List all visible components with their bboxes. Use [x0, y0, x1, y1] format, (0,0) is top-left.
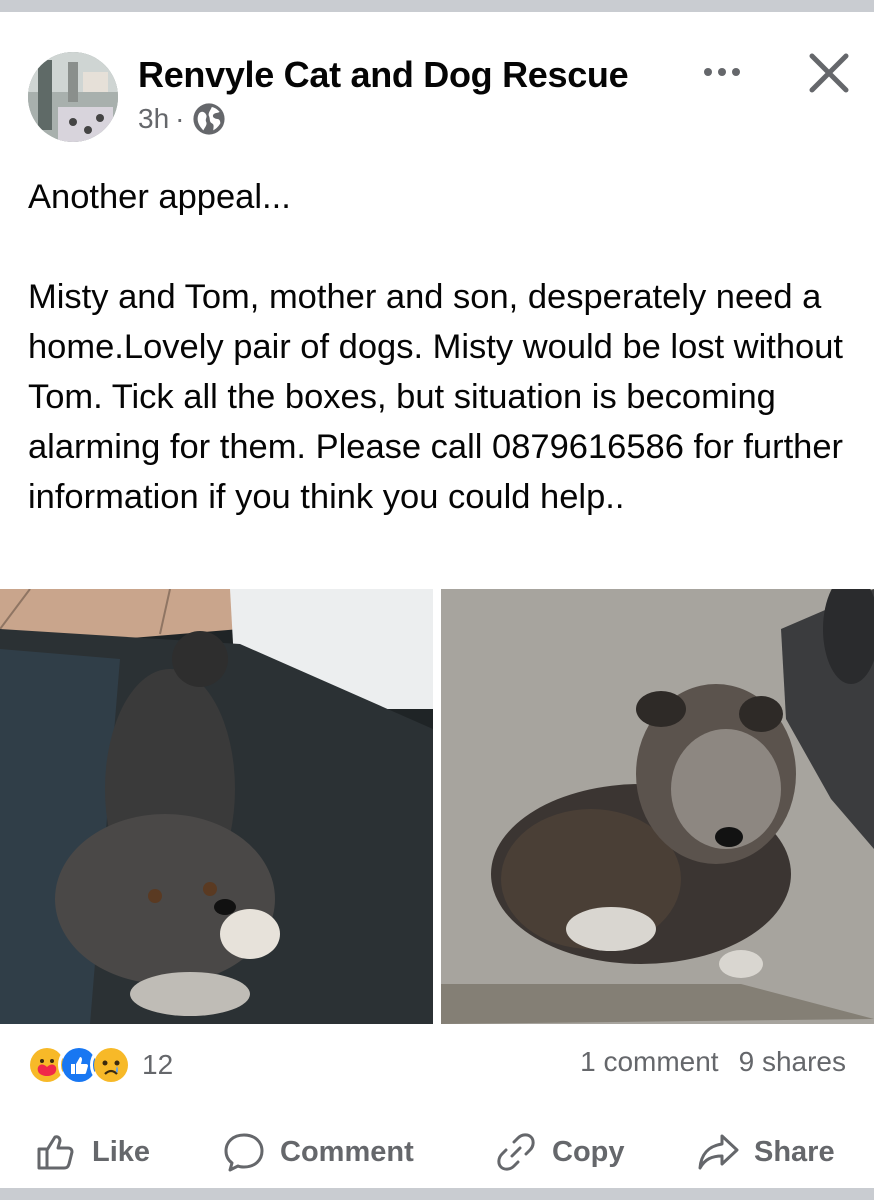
like-label: Like — [92, 1135, 151, 1168]
dot-icon — [704, 68, 712, 76]
like-button[interactable]: Like — [34, 1122, 150, 1182]
share-button[interactable]: Share — [696, 1122, 835, 1182]
globe-icon — [193, 103, 226, 135]
share-label: Share — [754, 1135, 835, 1168]
page-name[interactable]: Renvyle Cat and Dog Rescue — [138, 54, 629, 96]
thumbs-up-icon — [37, 1135, 74, 1170]
more-options-button[interactable] — [694, 52, 750, 92]
reactions-summary[interactable]: 12 — [26, 1044, 173, 1086]
post-body-text: Another appeal... Misty and Tom, mother … — [28, 178, 844, 516]
post-meta: 3h · — [138, 102, 226, 136]
post-card: Renvyle Cat and Dog Rescue 3h · Another … — [0, 12, 874, 1188]
reaction-count: 12 — [142, 1049, 174, 1080]
comment-bubble-icon — [224, 1133, 264, 1172]
comment-label: Comment — [280, 1135, 414, 1168]
comment-count-link[interactable]: 1 comment — [580, 1046, 719, 1078]
dog-photo-tom[interactable] — [441, 589, 874, 1024]
share-count-link[interactable]: 9 shares — [739, 1046, 846, 1078]
dot-icon — [732, 68, 740, 76]
comment-button[interactable]: Comment — [222, 1122, 414, 1182]
meta-separator: · — [175, 103, 185, 134]
dog-photo-misty[interactable] — [0, 589, 433, 1024]
close-icon[interactable] — [806, 50, 852, 96]
copy-link-button[interactable]: Copy — [494, 1122, 625, 1182]
link-icon — [497, 1133, 535, 1171]
copy-label: Copy — [552, 1135, 625, 1168]
share-arrow-icon — [698, 1134, 739, 1170]
page-avatar[interactable] — [28, 52, 118, 142]
post-time[interactable]: 3h — [138, 103, 169, 135]
sad-reaction-icon — [90, 1044, 132, 1086]
post-actions-bar: Like Comment Copy Share — [0, 1122, 874, 1182]
dot-icon — [718, 68, 726, 76]
engagement-stats: 1 comment 9 shares — [580, 1046, 846, 1078]
